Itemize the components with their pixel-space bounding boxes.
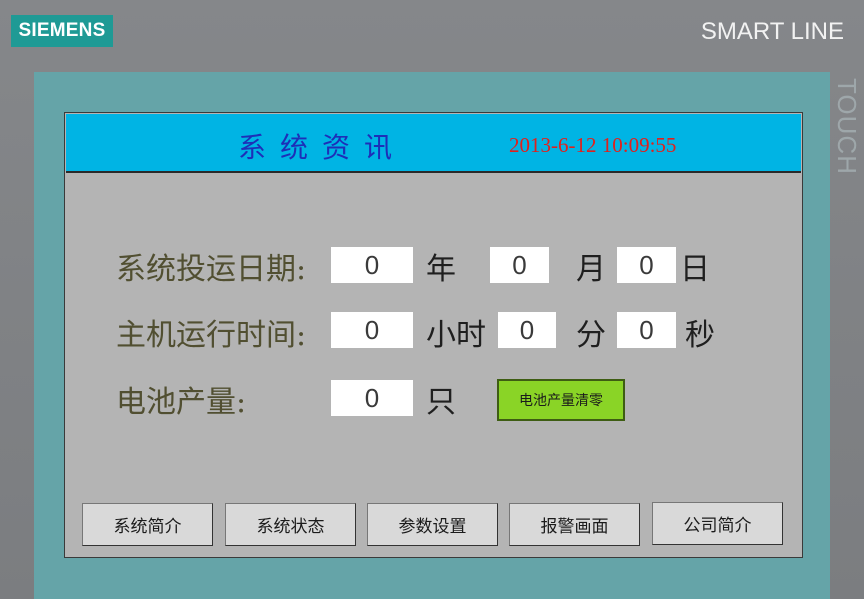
model-label: SMART LINE bbox=[700, 18, 844, 45]
battery-output-label: 电池产量: bbox=[116, 385, 247, 420]
month-unit: 月 bbox=[576, 252, 606, 287]
brand-logo: SIEMENS bbox=[11, 15, 113, 47]
day-unit: 日 bbox=[680, 252, 710, 287]
runtime-minutes-field[interactable]: 0 bbox=[498, 312, 556, 348]
datetime-display: 2013-6-12 10:09:55 bbox=[509, 133, 677, 157]
reset-battery-output-button[interactable]: 电池产量清零 bbox=[497, 379, 625, 421]
nav-parameter-settings-button[interactable]: 参数设置 bbox=[367, 503, 498, 546]
runtime-seconds-field[interactable]: 0 bbox=[617, 312, 676, 348]
battery-output-field[interactable]: 0 bbox=[331, 380, 413, 416]
nav-company-intro-button[interactable]: 公司简介 bbox=[652, 502, 783, 545]
nav-alarm-screen-button[interactable]: 报警画面 bbox=[509, 503, 640, 546]
system-info-panel: 系统资讯 2013-6-12 10:09:55 系统投运日期: 0 年 0 月 … bbox=[64, 112, 803, 558]
runtime-label: 主机运行时间: bbox=[116, 318, 307, 353]
commission-date-label: 系统投运日期: bbox=[116, 252, 307, 287]
battery-unit: 只 bbox=[426, 385, 456, 420]
page-title: 系统资讯 bbox=[238, 131, 407, 164]
nav-system-intro-button[interactable]: 系统简介 bbox=[82, 503, 213, 546]
minutes-unit: 分 bbox=[576, 318, 606, 353]
commission-month-field[interactable]: 0 bbox=[490, 247, 549, 283]
hours-unit: 小时 bbox=[426, 318, 486, 353]
seconds-unit: 秒 bbox=[685, 318, 715, 353]
year-unit: 年 bbox=[426, 252, 456, 287]
title-bar: 系统资讯 2013-6-12 10:09:55 bbox=[66, 114, 801, 173]
touch-label: TOUCH bbox=[832, 78, 862, 175]
commission-day-field[interactable]: 0 bbox=[617, 247, 676, 283]
nav-system-status-button[interactable]: 系统状态 bbox=[225, 503, 356, 546]
commission-year-field[interactable]: 0 bbox=[331, 247, 413, 283]
runtime-hours-field[interactable]: 0 bbox=[331, 312, 413, 348]
